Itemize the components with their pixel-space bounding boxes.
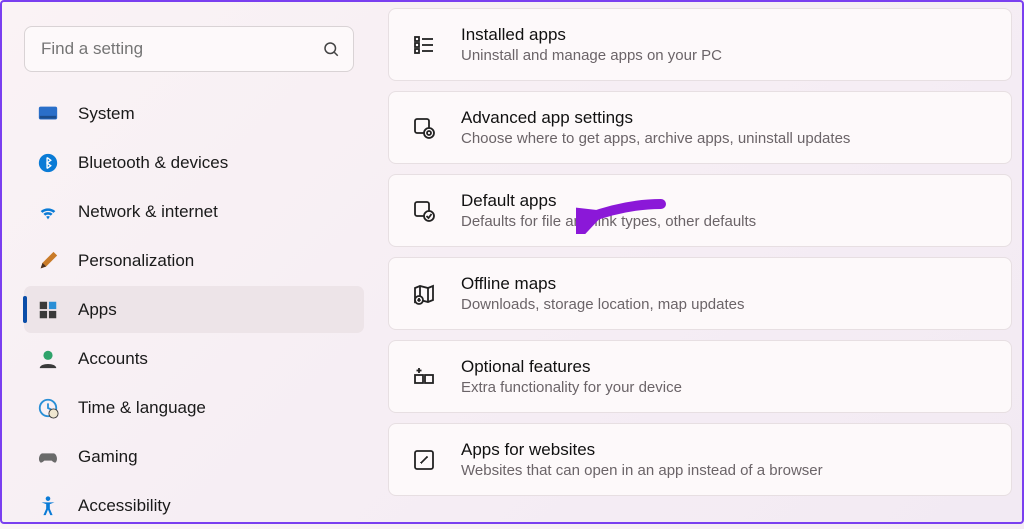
card-desc: Uninstall and manage apps on your PC [461,47,722,64]
accounts-icon [36,348,60,370]
sidebar-item-label: Apps [78,300,117,320]
sidebar-item-label: Gaming [78,447,138,467]
card-apps-for-websites[interactable]: Apps for websites Websites that can open… [388,423,1012,496]
sidebar-item-accessibility[interactable]: Accessibility [24,482,364,529]
wifi-icon [36,201,60,223]
sidebar-item-personalization[interactable]: Personalization [24,237,364,284]
card-desc: Extra functionality for your device [461,379,682,396]
card-title: Installed apps [461,25,722,45]
sidebar-item-label: Time & language [78,398,206,418]
offline-maps-icon [411,282,437,306]
card-title: Offline maps [461,274,745,294]
sidebar-item-label: System [78,104,135,124]
sidebar-item-label: Personalization [78,251,194,271]
card-desc: Defaults for file and link types, other … [461,213,756,230]
sidebar-item-label: Accessibility [78,496,171,516]
sidebar-item-time-language[interactable]: Time & language [24,384,364,431]
apps-for-websites-icon [411,448,437,472]
card-desc: Websites that can open in an app instead… [461,462,823,479]
sidebar-item-apps[interactable]: Apps [24,286,364,333]
bluetooth-icon [36,152,60,174]
gaming-icon [36,446,60,468]
brush-icon [36,250,60,272]
sidebar-item-bluetooth[interactable]: Bluetooth & devices [24,139,364,186]
card-offline-maps[interactable]: Offline maps Downloads, storage location… [388,257,1012,330]
card-title: Advanced app settings [461,108,850,128]
sidebar-item-system[interactable]: System [24,90,364,137]
sidebar: System Bluetooth & devices Network & int… [2,2,378,522]
apps-icon [36,299,60,321]
sidebar-item-accounts[interactable]: Accounts [24,335,364,382]
main-panel: Installed apps Uninstall and manage apps… [378,2,1022,522]
sidebar-item-label: Accounts [78,349,148,369]
card-desc: Choose where to get apps, archive apps, … [461,130,850,147]
card-default-apps[interactable]: Default apps Defaults for file and link … [388,174,1012,247]
default-apps-icon [411,199,437,223]
card-desc: Downloads, storage location, map updates [461,296,745,313]
search-box [24,26,354,72]
time-language-icon [36,397,60,419]
card-title: Optional features [461,357,682,377]
sidebar-item-network[interactable]: Network & internet [24,188,364,235]
sidebar-item-gaming[interactable]: Gaming [24,433,364,480]
card-advanced-app-settings[interactable]: Advanced app settings Choose where to ge… [388,91,1012,164]
card-title: Default apps [461,191,756,211]
search-input[interactable] [24,26,354,72]
sidebar-nav: System Bluetooth & devices Network & int… [24,90,364,529]
card-optional-features[interactable]: Optional features Extra functionality fo… [388,340,1012,413]
accessibility-icon [36,495,60,517]
sidebar-item-label: Network & internet [78,202,218,222]
search-icon [322,40,340,58]
installed-apps-icon [411,33,437,57]
card-title: Apps for websites [461,440,823,460]
advanced-app-settings-icon [411,116,437,140]
card-installed-apps[interactable]: Installed apps Uninstall and manage apps… [388,8,1012,81]
sidebar-item-label: Bluetooth & devices [78,153,228,173]
system-icon [36,103,60,125]
optional-features-icon [411,365,437,389]
